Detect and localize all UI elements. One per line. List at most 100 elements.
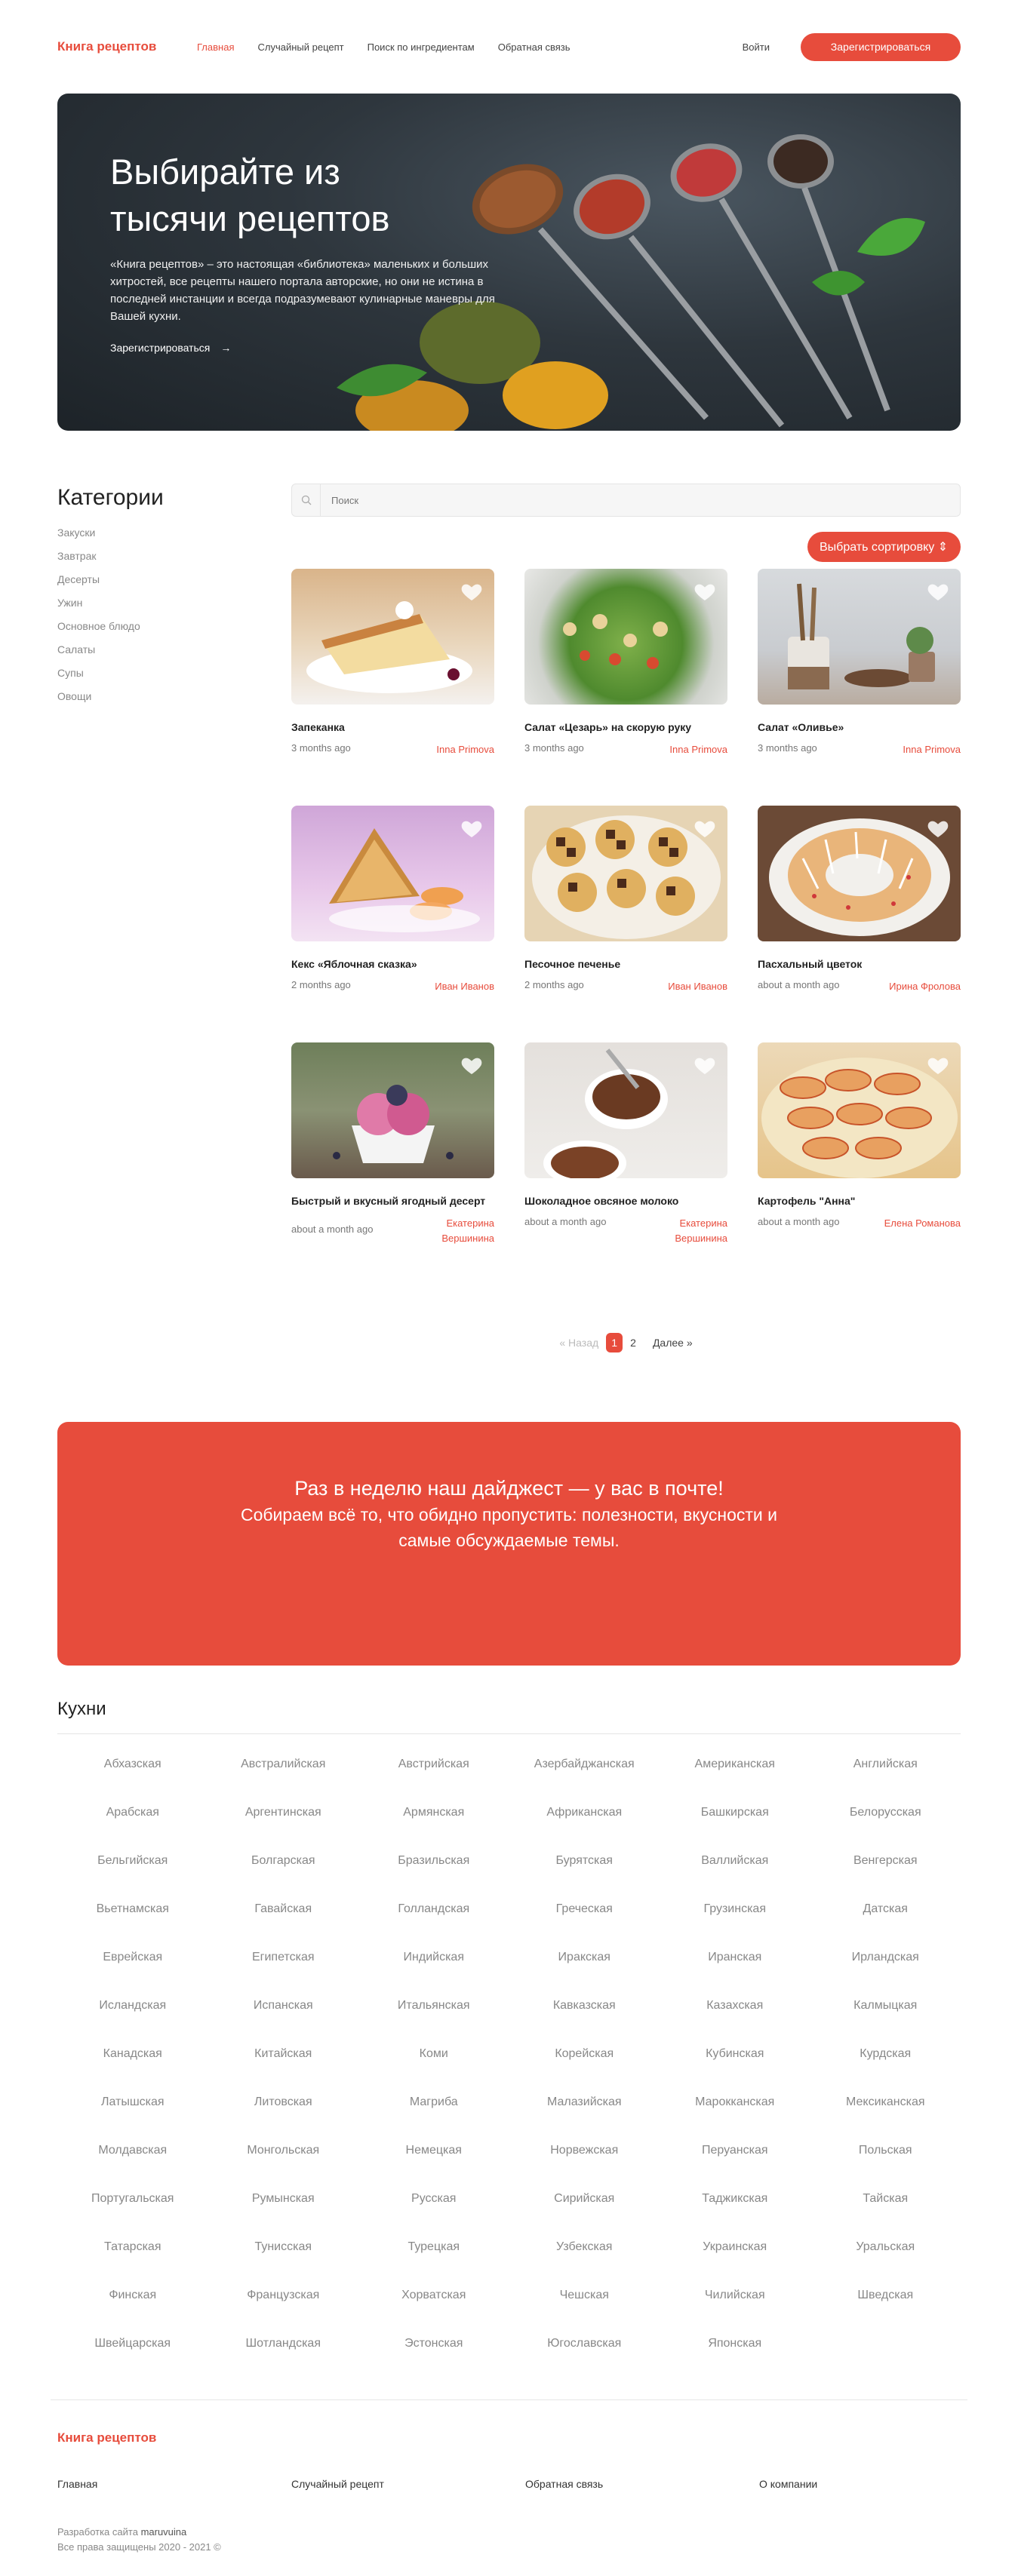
cuisine-item[interactable]: Болгарская <box>208 1837 359 1885</box>
cuisine-item[interactable]: Литовская <box>208 2078 359 2126</box>
recipe-author[interactable]: Иван Иванов <box>668 979 727 994</box>
nav-home[interactable]: Главная <box>197 41 234 53</box>
footer-logo[interactable]: Книга рецептов <box>57 2430 961 2446</box>
footer-link-random[interactable]: Случайный рецепт <box>291 2478 525 2490</box>
category-item[interactable]: Основное блюдо <box>57 615 291 638</box>
cuisine-item[interactable]: Кубинская <box>660 2030 810 2078</box>
recipe-card[interactable]: Салат «Оливье» 3 months ago Inna Primova <box>758 569 961 806</box>
recipe-author[interactable]: Inna Primova <box>903 742 961 757</box>
recipe-title[interactable]: Картофель "Анна" <box>758 1193 961 1209</box>
recipe-image[interactable] <box>291 806 494 941</box>
recipe-image[interactable] <box>524 569 727 705</box>
cuisine-item[interactable]: Румынская <box>208 2175 359 2223</box>
cuisine-item[interactable]: Индийская <box>358 1933 509 1982</box>
heart-icon[interactable] <box>460 579 484 603</box>
cuisine-item[interactable]: Итальянская <box>358 1982 509 2030</box>
cuisine-item[interactable]: Латышская <box>57 2078 208 2126</box>
heart-icon[interactable] <box>460 816 484 840</box>
cuisine-item[interactable]: Японская <box>660 2320 810 2368</box>
cuisine-item[interactable]: Чешская <box>509 2271 660 2320</box>
cuisine-item[interactable]: Татарская <box>57 2223 208 2271</box>
cuisine-item[interactable]: Иранская <box>660 1933 810 1982</box>
cuisine-item[interactable]: Бельгийская <box>57 1837 208 1885</box>
recipe-title[interactable]: Быстрый и вкусный ягодный десерт <box>291 1193 494 1209</box>
cuisine-item[interactable]: Французская <box>208 2271 359 2320</box>
recipe-image[interactable] <box>524 806 727 941</box>
hero-register-link[interactable]: Зарегистрироваться → <box>110 342 503 354</box>
cuisine-item[interactable]: Корейская <box>509 2030 660 2078</box>
cuisine-item[interactable]: Мексиканская <box>810 2078 961 2126</box>
cuisine-item[interactable]: Югославская <box>509 2320 660 2368</box>
cuisine-item[interactable]: Украинская <box>660 2223 810 2271</box>
cuisine-item[interactable]: Гавайская <box>208 1885 359 1933</box>
recipe-card[interactable]: Быстрый и вкусный ягодный десерт about a… <box>291 1042 494 1295</box>
nav-ingredient-search[interactable]: Поиск по ингредиентам <box>368 41 475 53</box>
cuisine-item[interactable]: Шведская <box>810 2271 961 2320</box>
cuisine-item[interactable]: Белорусская <box>810 1788 961 1837</box>
cuisine-item[interactable]: Иракская <box>509 1933 660 1982</box>
cuisine-item[interactable]: Таджикская <box>660 2175 810 2223</box>
recipe-title[interactable]: Кекс «Яблочная сказка» <box>291 956 494 972</box>
category-item[interactable]: Супы <box>57 662 291 685</box>
footer-link-feedback[interactable]: Обратная связь <box>525 2478 759 2490</box>
cuisine-item[interactable]: Китайская <box>208 2030 359 2078</box>
cuisine-item[interactable]: Турецкая <box>358 2223 509 2271</box>
cuisine-item[interactable]: Казахская <box>660 1982 810 2030</box>
heart-icon[interactable] <box>693 816 717 840</box>
cuisine-item[interactable]: Абхазская <box>57 1740 208 1788</box>
sort-button[interactable]: Выбрать сортировку ⇕ <box>807 532 961 562</box>
cuisine-item[interactable]: Армянская <box>358 1788 509 1837</box>
cuisine-item[interactable]: Азербайджанская <box>509 1740 660 1788</box>
cuisine-item[interactable]: Курдская <box>810 2030 961 2078</box>
recipe-title[interactable]: Пасхальный цветок <box>758 956 961 972</box>
recipe-author[interactable]: Inna Primova <box>436 742 494 757</box>
cuisine-item[interactable]: Монгольская <box>208 2126 359 2175</box>
cuisine-item[interactable]: Норвежская <box>509 2126 660 2175</box>
cuisine-item[interactable]: Австрийская <box>358 1740 509 1788</box>
cuisine-item[interactable]: Арабская <box>57 1788 208 1837</box>
cuisine-item[interactable]: Тайская <box>810 2175 961 2223</box>
recipe-image[interactable] <box>758 569 961 705</box>
recipe-image[interactable] <box>291 569 494 705</box>
cuisine-item[interactable]: Аргентинская <box>208 1788 359 1837</box>
cuisine-item[interactable]: Вьетнамская <box>57 1885 208 1933</box>
footer-link-home[interactable]: Главная <box>57 2478 291 2490</box>
heart-icon[interactable] <box>460 1053 484 1077</box>
cuisine-item[interactable]: Тунисская <box>208 2223 359 2271</box>
category-item[interactable]: Овощи <box>57 685 291 708</box>
recipe-title[interactable]: Песочное печенье <box>524 956 727 972</box>
recipe-image[interactable] <box>758 806 961 941</box>
recipe-card[interactable]: Пасхальный цветок about a month ago Ирин… <box>758 806 961 1042</box>
cuisine-item[interactable]: Швейцарская <box>57 2320 208 2368</box>
login-link[interactable]: Войти <box>743 41 770 53</box>
cuisine-item[interactable]: Узбекская <box>509 2223 660 2271</box>
pagination-prev[interactable]: « Назад <box>559 1337 598 1349</box>
recipe-image[interactable] <box>524 1042 727 1178</box>
cuisine-item[interactable]: Египетская <box>208 1933 359 1982</box>
cuisine-item[interactable]: Английская <box>810 1740 961 1788</box>
recipe-card[interactable]: Песочное печенье 2 months ago Иван Ивано… <box>524 806 727 1042</box>
footer-link-about[interactable]: О компании <box>759 2478 961 2490</box>
recipe-author[interactable]: Ирина Фролова <box>889 979 961 994</box>
cuisine-item[interactable]: Коми <box>358 2030 509 2078</box>
nav-random-recipe[interactable]: Случайный рецепт <box>257 41 343 53</box>
cuisine-item[interactable]: Перуанская <box>660 2126 810 2175</box>
recipe-card[interactable]: Салат «Цезарь» на скорую руку 3 months a… <box>524 569 727 806</box>
cuisine-item[interactable]: Греческая <box>509 1885 660 1933</box>
cuisine-item[interactable]: Ирландская <box>810 1933 961 1982</box>
heart-icon[interactable] <box>926 1053 950 1077</box>
category-item[interactable]: Ужин <box>57 591 291 615</box>
cuisine-item[interactable]: Африканская <box>509 1788 660 1837</box>
cuisine-item[interactable]: Эстонская <box>358 2320 509 2368</box>
cuisine-item[interactable]: Бразильская <box>358 1837 509 1885</box>
cuisine-item[interactable]: Канадская <box>57 2030 208 2078</box>
cuisine-item[interactable]: Немецкая <box>358 2126 509 2175</box>
recipe-author[interactable]: Inna Primova <box>669 742 727 757</box>
cuisine-item[interactable]: Голландская <box>358 1885 509 1933</box>
pagination-page-current[interactable]: 1 <box>606 1333 623 1352</box>
recipe-author[interactable]: Екатерина Вершинина <box>644 1216 727 1246</box>
recipe-author[interactable]: Екатерина Вершинина <box>411 1216 494 1246</box>
recipe-title[interactable]: Запеканка <box>291 720 494 735</box>
cuisine-item[interactable]: Калмыцкая <box>810 1982 961 2030</box>
category-item[interactable]: Завтрак <box>57 545 291 568</box>
